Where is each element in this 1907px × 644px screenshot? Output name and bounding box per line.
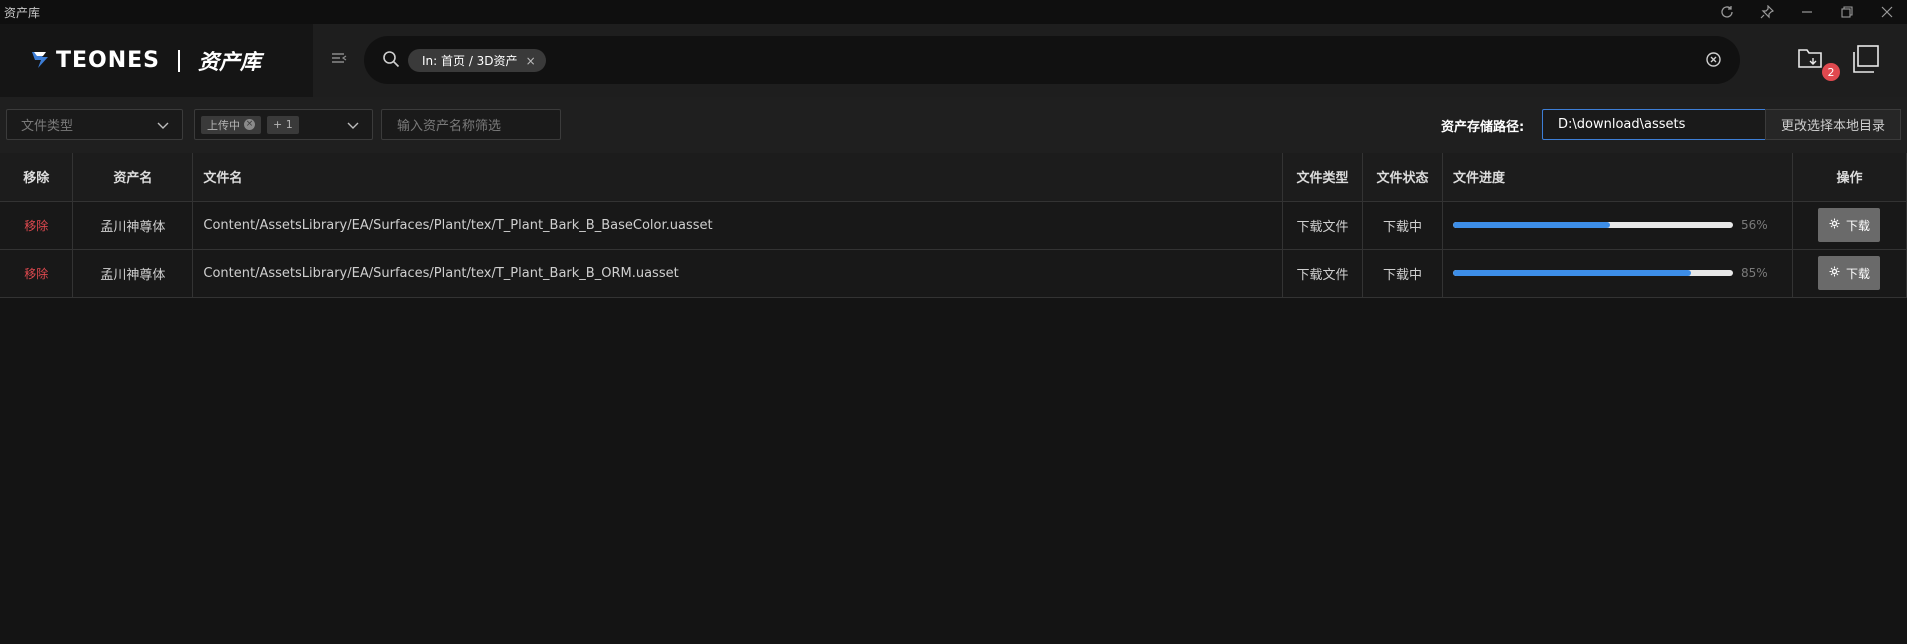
change-dir-button[interactable]: 更改选择本地目录 <box>1765 109 1901 140</box>
tag-remove-icon[interactable]: × <box>244 119 255 130</box>
refresh-icon[interactable] <box>1707 0 1747 24</box>
chip-close-icon[interactable]: × <box>526 54 536 68</box>
col-file-type: 文件类型 <box>1282 153 1364 202</box>
file-type-cell: 下载文件 <box>1282 201 1364 250</box>
progress-percent: 56% <box>1740 218 1768 232</box>
close-icon[interactable] <box>1867 0 1907 24</box>
action-cell: 下载 <box>1792 201 1907 250</box>
asset-name-cell: 孟川神尊体 <box>72 201 194 250</box>
logo[interactable]: TEONES 资产库 <box>0 24 313 97</box>
download-table: 移除 资产名 文件名 文件类型 文件状态 文件进度 操作 移除 孟川神尊体 Co… <box>0 153 1907 298</box>
col-asset-name: 资产名 <box>72 153 194 202</box>
col-remove: 移除 <box>0 153 74 202</box>
status-select[interactable]: 上传中 × + 1 <box>194 109 373 140</box>
app-header: TEONES 资产库 In: 首页 / 3D资产 × 2 <box>0 24 1907 97</box>
window-controls <box>1707 0 1907 24</box>
progress-percent: 85% <box>1740 266 1768 280</box>
col-file-name: 文件名 <box>192 153 1284 202</box>
storage-path-input[interactable]: D:\download\assets <box>1542 109 1766 140</box>
download-count-badge: 2 <box>1822 63 1840 81</box>
status-tag[interactable]: 上传中 × <box>201 115 261 134</box>
col-action: 操作 <box>1792 153 1907 202</box>
menu-collapse-icon[interactable] <box>330 50 348 72</box>
search-bar[interactable]: In: 首页 / 3D资产 × <box>364 36 1740 84</box>
restore-icon[interactable] <box>1827 0 1867 24</box>
asset-name-filter-input[interactable]: 输入资产名称筛选 <box>381 109 561 140</box>
remove-link[interactable]: 移除 <box>0 201 74 250</box>
logo-text: TEONES <box>56 48 161 73</box>
chevron-down-icon <box>346 118 360 136</box>
teones-logo-icon <box>30 48 52 74</box>
search-icon <box>382 50 400 72</box>
logo-title: 资产库 <box>198 49 262 74</box>
table-row: 移除 孟川神尊体 Content/AssetsLibrary/EA/Surfac… <box>0 201 1907 250</box>
progress-bar <box>1452 270 1733 276</box>
gear-icon <box>1829 266 1840 280</box>
progress-fill <box>1452 270 1691 276</box>
file-name-cell: Content/AssetsLibrary/EA/Surfaces/Plant/… <box>192 201 1284 250</box>
download-button[interactable]: 下载 <box>1818 256 1881 290</box>
download-button[interactable]: 下载 <box>1818 208 1881 242</box>
window-title: 资产库 <box>4 5 41 20</box>
status-more-tag: + 1 <box>267 115 299 134</box>
gear-icon <box>1829 218 1840 232</box>
download-button-label: 下载 <box>1845 218 1870 233</box>
action-cell: 下载 <box>1792 249 1907 298</box>
col-file-progress: 文件进度 <box>1442 153 1793 202</box>
remove-link[interactable]: 移除 <box>0 249 74 298</box>
asset-name-cell: 孟川神尊体 <box>72 249 194 298</box>
file-type-cell: 下载文件 <box>1282 249 1364 298</box>
search-scope-label: In: 首页 / 3D资产 <box>422 54 518 68</box>
file-name-cell: Content/AssetsLibrary/EA/Surfaces/Plant/… <box>192 249 1284 298</box>
file-status-cell: 下载中 <box>1362 201 1443 250</box>
search-clear-icon[interactable] <box>1705 51 1722 72</box>
status-tag-label: 上传中 <box>207 118 240 132</box>
asset-name-placeholder: 输入资产名称筛选 <box>397 119 502 134</box>
file-status-cell: 下载中 <box>1362 249 1443 298</box>
pin-icon[interactable] <box>1747 0 1787 24</box>
file-progress-cell: 85% <box>1442 249 1793 298</box>
window-titlebar: 资产库 <box>0 0 1907 24</box>
file-progress-cell: 56% <box>1442 201 1793 250</box>
col-file-status: 文件状态 <box>1362 153 1443 202</box>
table-header-row: 移除 资产名 文件名 文件类型 文件状态 文件进度 操作 <box>0 153 1907 202</box>
file-type-placeholder: 文件类型 <box>21 119 74 134</box>
chevron-down-icon <box>156 118 170 136</box>
search-scope-chip[interactable]: In: 首页 / 3D资产 × <box>408 49 546 72</box>
file-type-select[interactable]: 文件类型 <box>6 109 183 140</box>
download-folder-icon[interactable] <box>1797 46 1825 74</box>
layers-icon[interactable] <box>1848 44 1882 80</box>
filter-bar: 文件类型 上传中 × + 1 输入资产名称筛选 资产存储路径: D:\downl… <box>0 97 1907 153</box>
progress-fill <box>1452 222 1610 228</box>
storage-path-label: 资产存储路径: <box>1441 120 1525 135</box>
logo-divider <box>178 49 181 72</box>
download-button-label: 下载 <box>1845 266 1870 281</box>
progress-bar <box>1452 222 1733 228</box>
minimize-icon[interactable] <box>1787 0 1827 24</box>
table-row: 移除 孟川神尊体 Content/AssetsLibrary/EA/Surfac… <box>0 249 1907 298</box>
